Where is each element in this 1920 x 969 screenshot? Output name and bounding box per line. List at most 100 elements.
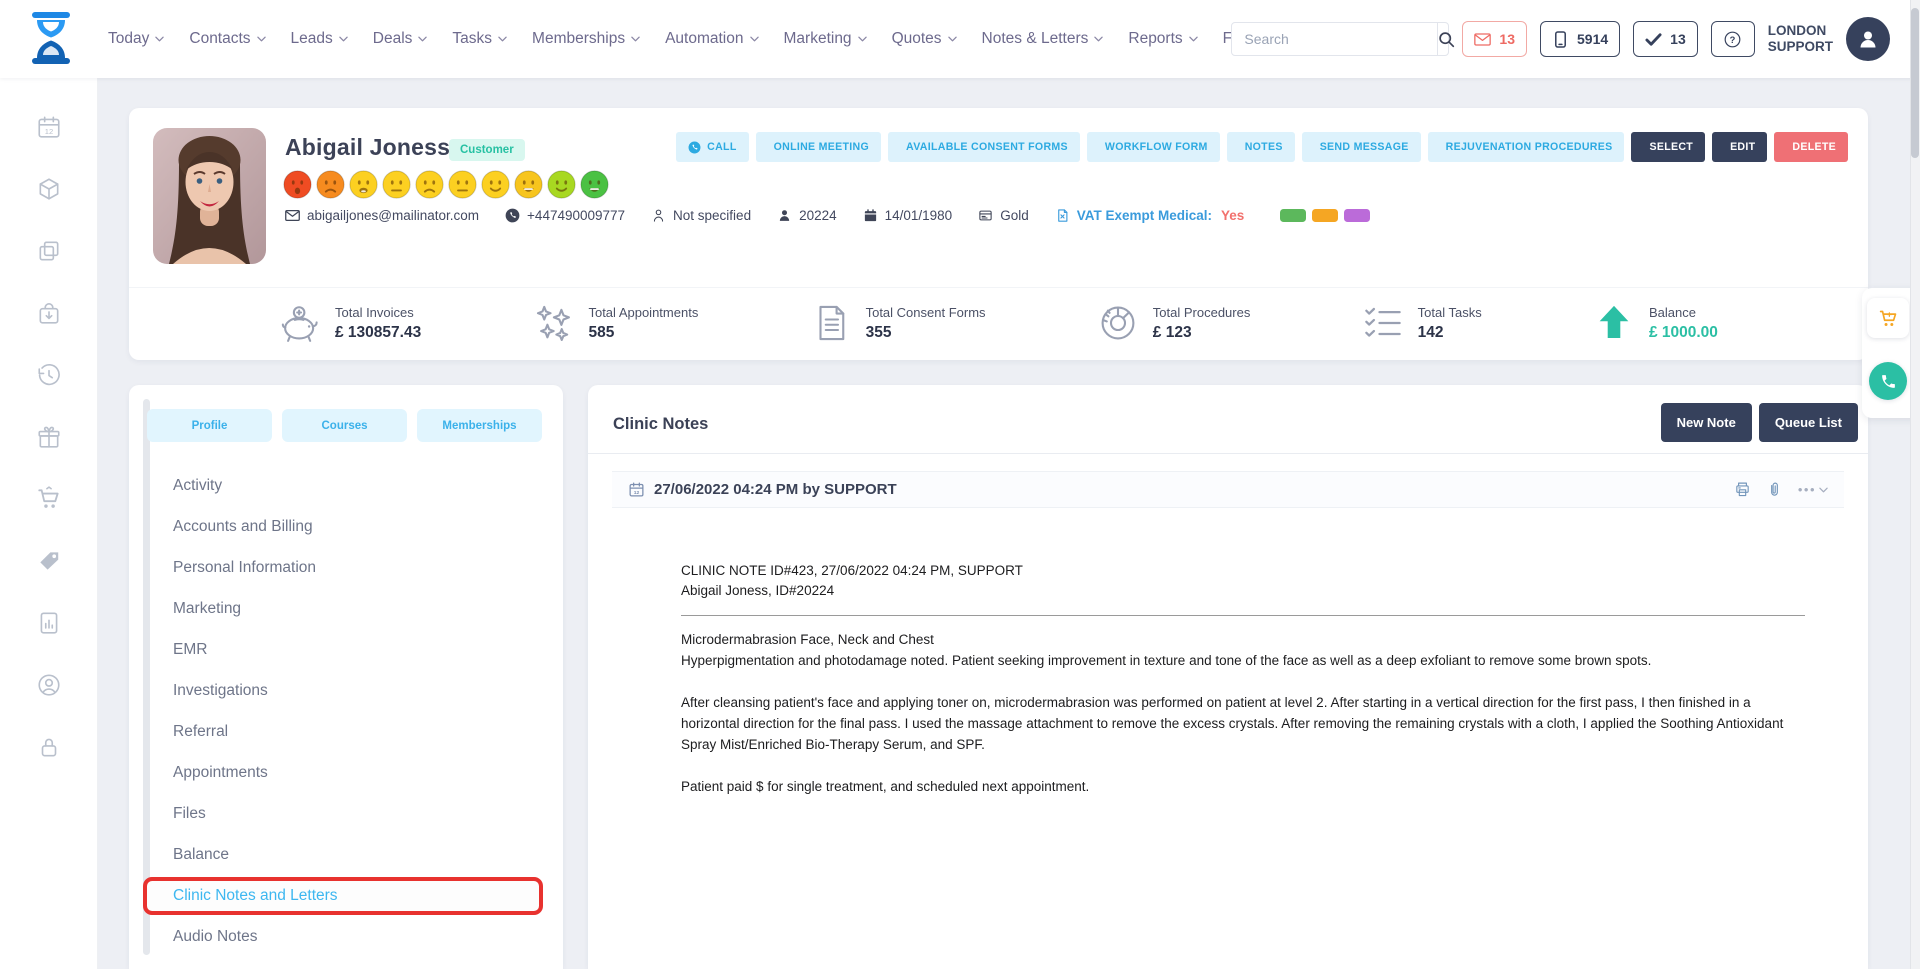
floating-cart-button[interactable] bbox=[1867, 298, 1909, 338]
report-icon[interactable] bbox=[36, 610, 62, 636]
rating-face[interactable] bbox=[547, 170, 576, 199]
rating-face[interactable] bbox=[316, 170, 345, 199]
sidebar-menu-item[interactable]: Personal Information bbox=[129, 547, 563, 588]
package-icon[interactable] bbox=[36, 176, 62, 202]
rating-face[interactable] bbox=[580, 170, 609, 199]
stat-label: Total Tasks bbox=[1418, 305, 1482, 320]
call-icon bbox=[688, 141, 701, 154]
sidebar-menu-item[interactable]: Drinks bbox=[129, 957, 563, 969]
header-badge[interactable]: 13 bbox=[1462, 21, 1527, 57]
contact-info-row: abigailjones@mailinator.com +44749000977… bbox=[285, 208, 1370, 223]
stat-item: Total Invoices £ 130857.43 bbox=[279, 302, 421, 344]
support-icon[interactable] bbox=[36, 672, 62, 698]
nav-item[interactable]: Contacts bbox=[189, 30, 265, 48]
nav-item[interactable]: Marketing bbox=[784, 30, 867, 48]
badge-count: 5914 bbox=[1577, 31, 1608, 47]
nav-item[interactable]: Quotes bbox=[892, 30, 957, 48]
sidebar-tab[interactable]: Courses bbox=[282, 409, 407, 442]
profile-action-button[interactable]: SEND MESSAGE bbox=[1302, 132, 1421, 162]
sidebar-menu-item[interactable]: Activity bbox=[129, 465, 563, 506]
profile-action-button[interactable]: EDIT bbox=[1712, 132, 1767, 162]
stat-value: £ 1000.00 bbox=[1649, 324, 1718, 342]
clinic-notes-actions: New Note Queue List bbox=[1661, 403, 1858, 442]
satisfaction-rating bbox=[283, 170, 609, 199]
paperclip-icon[interactable] bbox=[1766, 481, 1783, 498]
sidebar-menu-item[interactable]: Referral bbox=[129, 711, 563, 752]
nav-item[interactable]: Notes & Letters bbox=[982, 30, 1104, 48]
nav-item-label: Automation bbox=[665, 30, 743, 48]
chevron-down-icon bbox=[858, 36, 867, 42]
nav-item[interactable]: Leads bbox=[291, 30, 348, 48]
profile-action-button[interactable]: WORKFLOW FORM bbox=[1087, 132, 1220, 162]
sidebar-menu-item[interactable]: Appointments bbox=[129, 752, 563, 793]
profile-stats-row: Total Invoices £ 130857.43 Total Appoint… bbox=[129, 287, 1868, 344]
copy-icon[interactable] bbox=[36, 238, 62, 264]
gift-icon[interactable] bbox=[36, 424, 62, 450]
stat-label: Total Consent Forms bbox=[866, 305, 986, 320]
sidebar-menu-item[interactable]: Audio Notes bbox=[129, 916, 563, 957]
sidebar-menu-item[interactable]: Marketing bbox=[129, 588, 563, 629]
lock-icon[interactable] bbox=[36, 734, 62, 760]
profile-action-button[interactable]: NOTES bbox=[1227, 132, 1295, 162]
nav-item[interactable]: Automation bbox=[665, 30, 758, 48]
donut-icon bbox=[1097, 302, 1139, 344]
profile-action-button[interactable]: DELETE bbox=[1774, 132, 1848, 162]
rating-face[interactable] bbox=[382, 170, 411, 199]
stat-value: 142 bbox=[1418, 324, 1482, 342]
sidebar-menu-item[interactable]: Investigations bbox=[129, 670, 563, 711]
chevron-down-icon bbox=[631, 36, 640, 42]
notes-action-button[interactable]: Queue List bbox=[1759, 403, 1858, 442]
stat-value: 355 bbox=[866, 324, 986, 342]
history-icon[interactable] bbox=[36, 362, 62, 388]
help-button[interactable]: ? bbox=[1711, 21, 1755, 57]
nav-item[interactable]: Tasks bbox=[452, 30, 507, 48]
sidebar-menu-item[interactable]: Accounts and Billing bbox=[129, 506, 563, 547]
search-icon[interactable] bbox=[1437, 23, 1455, 55]
tag-icon[interactable] bbox=[36, 548, 62, 574]
header-badge[interactable]: 5914 bbox=[1540, 21, 1620, 57]
scrollbar-thumb[interactable] bbox=[1911, 8, 1919, 158]
rating-face[interactable] bbox=[481, 170, 510, 199]
cart-icon[interactable] bbox=[36, 486, 62, 512]
profile-action-button[interactable]: SELECT bbox=[1631, 132, 1705, 162]
person-icon bbox=[777, 208, 792, 223]
header-badge[interactable]: 13 bbox=[1633, 21, 1698, 57]
calendar-icon[interactable]: 12 bbox=[36, 114, 62, 140]
color-tag[interactable] bbox=[1280, 209, 1306, 222]
color-tag[interactable] bbox=[1344, 209, 1370, 222]
nav-item[interactable]: Reports bbox=[1128, 30, 1197, 48]
rating-face[interactable] bbox=[349, 170, 378, 199]
profile-action-button[interactable]: AVAILABLE CONSENT FORMS bbox=[888, 132, 1080, 162]
rating-face[interactable] bbox=[514, 170, 543, 199]
search-input[interactable] bbox=[1232, 31, 1437, 47]
profile-action-button[interactable]: ONLINE MEETING bbox=[756, 132, 881, 162]
color-tag[interactable] bbox=[1312, 209, 1338, 222]
profile-action-button[interactable]: CALL bbox=[676, 132, 748, 162]
stat-label: Total Appointments bbox=[588, 305, 698, 320]
notes-action-button[interactable]: New Note bbox=[1661, 403, 1752, 442]
nav-item[interactable]: Memberships bbox=[532, 30, 640, 48]
printer-icon[interactable] bbox=[1734, 481, 1751, 498]
contact-item: Not specified bbox=[651, 208, 751, 223]
sidebar-menu-item[interactable]: Files bbox=[129, 793, 563, 834]
sidebar-menu-item[interactable]: EMR bbox=[129, 629, 563, 670]
rating-face[interactable] bbox=[415, 170, 444, 199]
order-bag-icon[interactable] bbox=[36, 300, 62, 326]
nav-item[interactable]: Deals bbox=[373, 30, 428, 48]
clinic-notes-card: Clinic Notes New Note Queue List 12 27/0… bbox=[588, 385, 1868, 969]
sidebar-menu-item[interactable]: Balance bbox=[129, 834, 563, 875]
piggy-icon bbox=[279, 302, 321, 344]
arrow-up-icon bbox=[1593, 302, 1635, 344]
note-more-menu[interactable]: ••• bbox=[1798, 482, 1828, 497]
app-logo[interactable] bbox=[26, 10, 76, 68]
user-avatar[interactable] bbox=[1846, 17, 1890, 61]
sidebar-tab[interactable]: Profile bbox=[147, 409, 272, 442]
rating-face[interactable] bbox=[283, 170, 312, 199]
nav-item[interactable]: Today bbox=[108, 30, 164, 48]
sidebar-tab[interactable]: Memberships bbox=[417, 409, 542, 442]
sidebar-menu-item[interactable]: Clinic Notes and Letters bbox=[143, 877, 543, 915]
profile-action-button[interactable]: REJUVENATION PROCEDURES bbox=[1428, 132, 1625, 162]
floating-call-button[interactable] bbox=[1869, 362, 1907, 400]
profile-actions: CALL ONLINE MEETING AVAILABLE CONSENT FO… bbox=[676, 132, 1848, 162]
rating-face[interactable] bbox=[448, 170, 477, 199]
